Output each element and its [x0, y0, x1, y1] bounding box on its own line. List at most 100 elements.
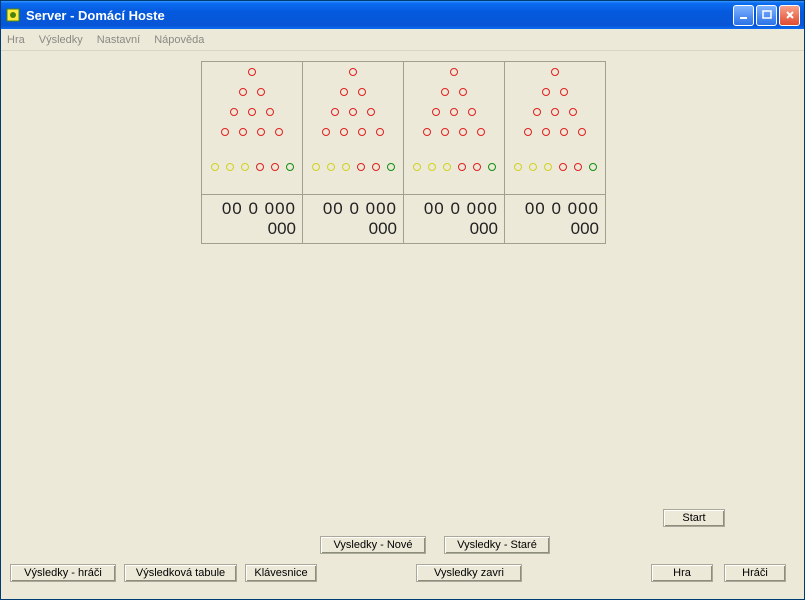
lane: 00 0 000000 [303, 62, 404, 243]
pin-area [505, 62, 605, 195]
pin-icon [551, 68, 559, 76]
pin-icon [468, 108, 476, 116]
pin-area [404, 62, 504, 195]
lane: 00 0 000000 [505, 62, 605, 243]
close-button[interactable] [779, 5, 800, 26]
pin-icon [376, 128, 384, 136]
vysledky-zavri-button[interactable]: Vysledky zavri [416, 564, 522, 582]
pin-icon [589, 163, 597, 171]
app-icon [5, 7, 21, 23]
pin-icon [441, 88, 449, 96]
pin-icon [459, 88, 467, 96]
pin-icon [286, 163, 294, 171]
pin-icon [257, 128, 265, 136]
pin-icon [342, 163, 350, 171]
pin-icon [327, 163, 335, 171]
pin-icon [560, 128, 568, 136]
pin-icon [358, 128, 366, 136]
pin-area [303, 62, 403, 195]
score-line2: 000 [470, 219, 498, 239]
score-area: 00 0 000000 [505, 195, 605, 243]
window-title: Server - Domácí Hoste [26, 8, 733, 23]
pin-icon [248, 108, 256, 116]
pin-icon [529, 163, 537, 171]
vysledky-hraci-button[interactable]: Výsledky - hráči [10, 564, 116, 582]
lanes-container: 00 0 00000000 0 00000000 0 00000000 0 00… [201, 61, 606, 244]
pin-icon [559, 163, 567, 171]
pin-icon [387, 163, 395, 171]
vysledky-stare-button[interactable]: Vysledky - Staré [444, 536, 550, 554]
pin-icon [428, 163, 436, 171]
pin-icon [542, 128, 550, 136]
pin-icon [349, 108, 357, 116]
score-line1: 00 0 000 [323, 199, 397, 219]
menu-hra[interactable]: Hra [7, 34, 25, 46]
pin-icon [239, 88, 247, 96]
app-window: Server - Domácí Hoste Hra Výsledky Nasta… [0, 0, 805, 600]
pin-icon [266, 108, 274, 116]
titlebar: Server - Domácí Hoste [1, 1, 804, 29]
menu-vysledky[interactable]: Výsledky [39, 34, 83, 46]
pin-icon [357, 163, 365, 171]
pin-icon [533, 108, 541, 116]
pin-icon [322, 128, 330, 136]
score-line2: 000 [369, 219, 397, 239]
pin-icon [226, 163, 234, 171]
pin-icon [241, 163, 249, 171]
pin-icon [473, 163, 481, 171]
pin-icon [488, 163, 496, 171]
pin-icon [221, 128, 229, 136]
pin-icon [459, 128, 467, 136]
minimize-button[interactable] [733, 5, 754, 26]
menu-napoveda[interactable]: Nápověda [154, 34, 204, 46]
lane: 00 0 000000 [404, 62, 505, 243]
pin-icon [248, 68, 256, 76]
pin-icon [413, 163, 421, 171]
pin-icon [257, 88, 265, 96]
pin-icon [423, 128, 431, 136]
vysledky-nove-button[interactable]: Vysledky - Nové [320, 536, 426, 554]
maximize-button[interactable] [756, 5, 777, 26]
client-area: 00 0 00000000 0 00000000 0 00000000 0 00… [1, 51, 804, 600]
pin-area [202, 62, 302, 195]
score-line1: 00 0 000 [525, 199, 599, 219]
pin-icon [443, 163, 451, 171]
pin-icon [574, 163, 582, 171]
pin-icon [544, 163, 552, 171]
pin-icon [312, 163, 320, 171]
pin-icon [542, 88, 550, 96]
pin-icon [524, 128, 532, 136]
pin-icon [230, 108, 238, 116]
menubar: Hra Výsledky Nastavní Nápověda [1, 29, 804, 51]
pin-icon [367, 108, 375, 116]
pin-icon [211, 163, 219, 171]
pin-icon [441, 128, 449, 136]
klavesnice-button[interactable]: Klávesnice [245, 564, 317, 582]
score-line1: 00 0 000 [424, 199, 498, 219]
vysledkova-tabule-button[interactable]: Výsledková tabule [124, 564, 237, 582]
pin-icon [256, 163, 264, 171]
pin-icon [349, 68, 357, 76]
pin-icon [340, 128, 348, 136]
pin-icon [331, 108, 339, 116]
pin-icon [358, 88, 366, 96]
score-line1: 00 0 000 [222, 199, 296, 219]
pin-icon [275, 128, 283, 136]
pin-icon [578, 128, 586, 136]
start-button[interactable]: Start [663, 509, 725, 527]
hra-button[interactable]: Hra [651, 564, 713, 582]
pin-icon [450, 68, 458, 76]
pin-icon [450, 108, 458, 116]
pin-icon [551, 108, 559, 116]
pin-icon [340, 88, 348, 96]
window-controls [733, 5, 800, 26]
menu-nastavni[interactable]: Nastavní [97, 34, 140, 46]
score-line2: 000 [571, 219, 599, 239]
pin-icon [514, 163, 522, 171]
pin-icon [432, 108, 440, 116]
score-area: 00 0 000000 [202, 195, 302, 243]
lane: 00 0 000000 [202, 62, 303, 243]
pin-icon [239, 128, 247, 136]
hraci-button[interactable]: Hráči [724, 564, 786, 582]
pin-icon [569, 108, 577, 116]
